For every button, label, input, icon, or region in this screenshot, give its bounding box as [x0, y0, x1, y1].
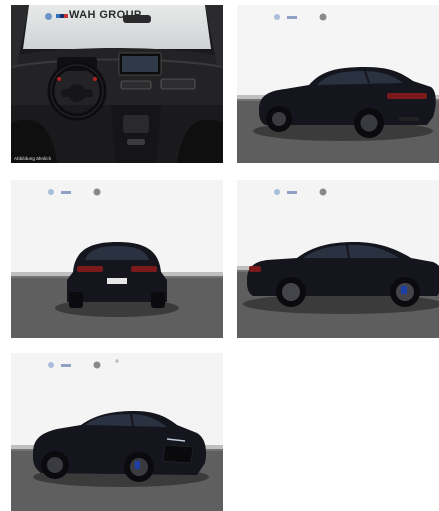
- dealer-banner: WAH GROUP: [69, 9, 142, 21]
- rear-three-quarter-photo: [237, 5, 439, 163]
- bmw-logo-icon: [45, 12, 52, 20]
- front-three-quarter-photo: [11, 353, 223, 511]
- gallery-thumbnail-rear-three-quarter[interactable]: [237, 5, 439, 163]
- gallery-thumbnail-interior[interactable]: WAH GROUP Abbildung ähnlich: [11, 5, 223, 163]
- image-caption: Abbildung ähnlich: [14, 156, 52, 161]
- side-profile-photo: [237, 180, 439, 338]
- car-rear: [67, 242, 167, 308]
- interior-photo: [11, 5, 223, 163]
- m-logo-icon: [56, 14, 68, 18]
- gallery-thumbnail-side-profile[interactable]: [237, 180, 439, 338]
- gallery-thumbnail-front-three-quarter[interactable]: [11, 353, 223, 511]
- brand-logos: [45, 11, 68, 21]
- gallery-thumbnail-rear[interactable]: [11, 180, 223, 338]
- rear-photo: [11, 180, 223, 338]
